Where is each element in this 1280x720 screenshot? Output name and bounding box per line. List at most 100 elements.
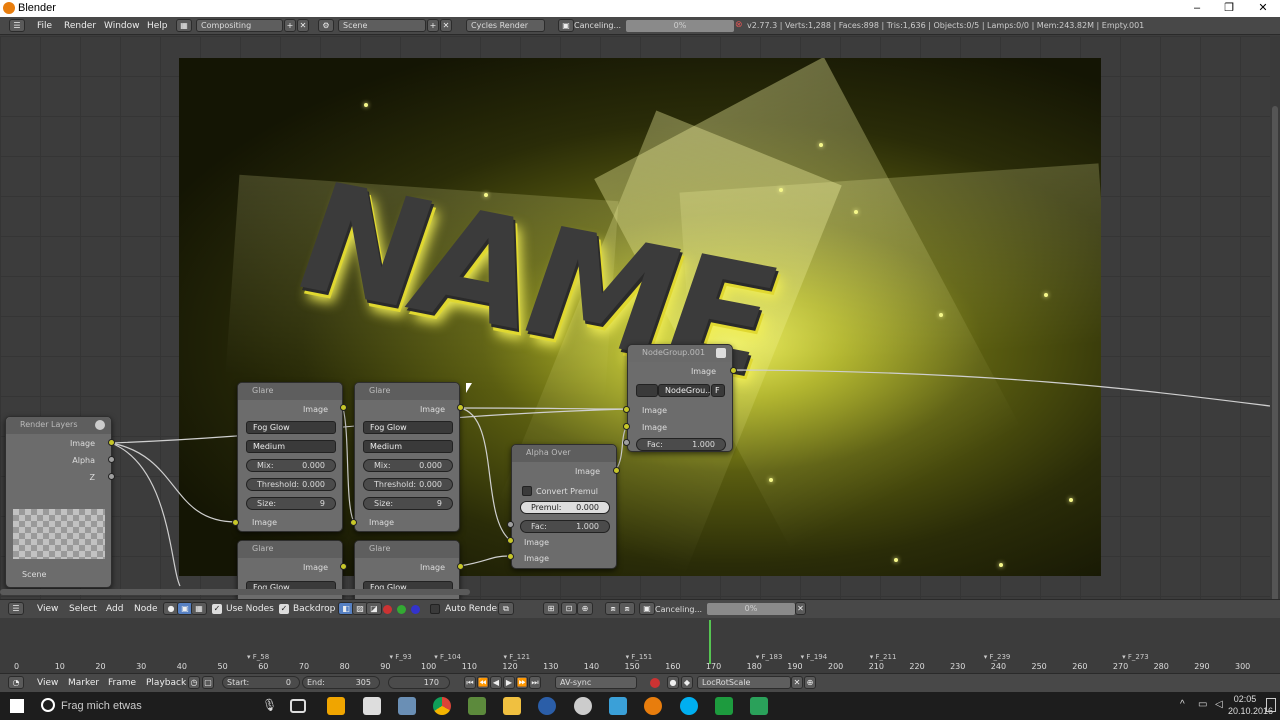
quality-select[interactable]: Medium [246, 440, 336, 453]
taskbar-app-icon[interactable] [609, 697, 627, 715]
socket-alpha-out[interactable] [108, 456, 115, 463]
auto-render-checkbox[interactable] [430, 604, 440, 614]
editor-type-icon[interactable]: ☰ [8, 602, 24, 615]
camtasia-icon[interactable] [750, 697, 768, 715]
socket-in-1[interactable] [623, 406, 630, 413]
keying-icon[interactable]: ● [667, 676, 679, 689]
channel-green-icon[interactable] [397, 605, 406, 614]
timeline[interactable]: 0 10 20 30 40 50 60 70 80 90 100 110 120 130 140 150 160… [0, 618, 1280, 673]
glare-node-1[interactable]: Glare Image Fog Glow Medium Mix: 0.000 Th… [237, 382, 343, 532]
socket-out[interactable] [730, 367, 737, 374]
taskbar-app-icon[interactable] [327, 697, 345, 715]
horizontal-scrollbar[interactable] [0, 589, 470, 595]
end-frame-field[interactable]: End: 305 [302, 676, 380, 689]
socket-out[interactable] [340, 563, 347, 570]
socket-fac-in[interactable] [623, 439, 630, 446]
threshold-field[interactable]: Threshold: 0.000 [246, 478, 336, 491]
channel-blue-icon[interactable] [411, 605, 420, 614]
use-nodes-checkbox[interactable]: ✓ [212, 604, 222, 614]
menu-frame[interactable]: Frame [108, 678, 136, 688]
mix-field[interactable]: Mix: 0.000 [246, 459, 336, 472]
skype-icon[interactable] [680, 697, 698, 715]
menu-add[interactable]: Add [106, 604, 123, 614]
remove-scene-icon[interactable]: ✕ [440, 19, 452, 32]
add-layout-icon[interactable]: + [284, 19, 296, 32]
screen-layout-icon[interactable]: ▦ [176, 19, 192, 32]
volume-icon[interactable]: ◁ [1215, 699, 1223, 710]
node-editor[interactable]: NAME Render Layers Image Alpha Z Scene G… [0, 36, 1270, 599]
glare-type-select[interactable]: Fog Glow [246, 421, 336, 434]
socket-out[interactable] [613, 467, 620, 474]
timeline-marker[interactable]: ▾ F_239 [984, 653, 1011, 661]
scene-icon[interactable]: ⚙ [318, 19, 334, 32]
notification-icon[interactable] [1266, 698, 1276, 712]
texture-tree-icon[interactable]: ▦ [191, 602, 207, 615]
socket-in-2[interactable] [507, 553, 514, 560]
play-icon[interactable]: ▶ [503, 676, 515, 689]
calculator-icon[interactable] [363, 697, 381, 715]
explorer-icon[interactable] [503, 697, 521, 715]
excel-icon[interactable] [715, 697, 733, 715]
menu-file[interactable]: File [37, 21, 52, 31]
menu-window[interactable]: Window [104, 21, 140, 31]
render-layers-node[interactable]: Render Layers Image Alpha Z Scene [5, 416, 112, 588]
timeline-marker[interactable]: ▾ F_121 [503, 653, 530, 661]
render-engine-select[interactable]: Cycles Render [466, 19, 545, 32]
group-edit-icon[interactable] [716, 348, 726, 358]
socket-out[interactable] [457, 404, 464, 411]
timeline-marker[interactable]: ▾ F_183 [756, 653, 783, 661]
add-scene-icon[interactable]: + [427, 19, 439, 32]
tray-chevron-icon[interactable]: ^ [1180, 699, 1185, 710]
start-frame-field[interactable]: Start: 0 [222, 676, 300, 689]
insert-keyframe-icon[interactable]: ⊕ [804, 676, 816, 689]
clear-keying-icon[interactable]: ✕ [791, 676, 803, 689]
menu-marker[interactable]: Marker [68, 678, 99, 688]
socket-out[interactable] [457, 563, 464, 570]
taskbar-app-icon[interactable] [398, 697, 416, 715]
editor-type-icon[interactable]: ◔ [8, 676, 24, 689]
alpha-over-node[interactable]: Alpha Over Image Convert Premul Premul: 0… [511, 444, 617, 569]
glare-node-2[interactable]: Glare Image Fog Glow Medium Mix: 0.000 Th… [354, 382, 460, 532]
task-view-icon[interactable] [290, 699, 306, 713]
start-icon[interactable] [10, 699, 24, 713]
node-group-node[interactable]: NodeGroup.001 Image NodeGrou... F Image … [627, 344, 733, 452]
close-button[interactable]: ✕ [1246, 0, 1280, 17]
jump-key-forward-icon[interactable]: ⏩ [516, 676, 528, 689]
cancel-job-icon[interactable]: ⊗ [735, 20, 743, 30]
remove-layout-icon[interactable]: ✕ [297, 19, 309, 32]
menu-render[interactable]: Render [64, 21, 96, 31]
premul-field[interactable]: Premul: 0.000 [520, 501, 610, 514]
socket-fac-in[interactable] [507, 521, 514, 528]
menu-node[interactable]: Node [134, 604, 158, 614]
socket-in[interactable] [350, 519, 357, 526]
minimize-button[interactable]: – [1180, 0, 1214, 17]
minecraft-icon[interactable] [468, 697, 486, 715]
editor-type-icon[interactable]: ☰ [9, 19, 25, 32]
taskbar-app-icon[interactable] [538, 697, 556, 715]
threshold-field[interactable]: Threshold: 0.000 [363, 478, 453, 491]
socket-in[interactable] [232, 519, 239, 526]
socket-in-1[interactable] [507, 537, 514, 544]
jump-key-back-icon[interactable]: ⏪ [477, 676, 489, 689]
timeline-marker[interactable]: ▾ F_58 [247, 653, 269, 661]
lock-range-icon[interactable]: ▢ [202, 676, 214, 689]
blender-taskbar-icon[interactable] [644, 697, 662, 715]
fake-user-button[interactable]: F [711, 384, 725, 397]
convert-premul-checkbox[interactable] [522, 486, 532, 496]
taskbar-search[interactable]: Frag mich etwas [61, 700, 142, 712]
jump-start-icon[interactable]: ⏮ [464, 676, 476, 689]
copy-nodes-icon[interactable]: ⧉ [498, 602, 514, 615]
mix-field[interactable]: Mix: 0.000 [363, 459, 453, 472]
preview-range-icon[interactable]: ◷ [188, 676, 200, 689]
snap-target-icon[interactable]: ⊡ [561, 602, 577, 615]
socket-image-out[interactable] [108, 439, 115, 446]
menu-help[interactable]: Help [147, 21, 168, 31]
channel-red-icon[interactable] [383, 605, 392, 614]
sync-mode-select[interactable]: AV-sync [555, 676, 637, 689]
backdrop-checkbox[interactable]: ✓ [279, 604, 289, 614]
vertical-scrollbar[interactable] [1270, 36, 1280, 626]
render-icon[interactable] [95, 420, 105, 430]
menu-select[interactable]: Select [69, 604, 97, 614]
keying-set-field[interactable]: LocRotScale [697, 676, 791, 689]
cortana-icon[interactable] [41, 698, 55, 712]
